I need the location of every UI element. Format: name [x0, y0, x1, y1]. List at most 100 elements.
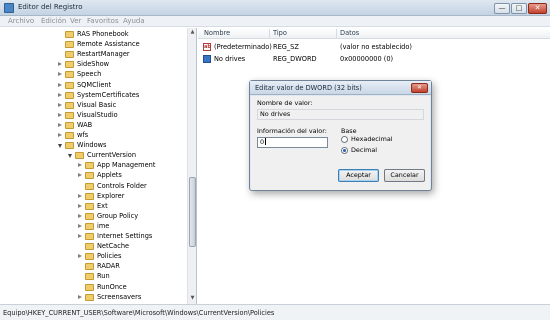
tree-item-label: Screensavers [97, 292, 142, 301]
expand-arrow-icon[interactable] [78, 294, 82, 299]
value-type: REG_DWORD [273, 55, 317, 63]
folder-icon [65, 121, 74, 129]
column-data[interactable]: Datos [340, 29, 359, 37]
expand-arrow-icon[interactable] [58, 112, 62, 117]
value-type: REG_SZ [273, 43, 299, 51]
menu-edicion[interactable]: Edición [41, 17, 66, 25]
hexadecimal-label[interactable]: Hexadecimal [351, 135, 393, 143]
tree-item-label: Windows [77, 141, 107, 150]
tree-item-label: Run [97, 272, 110, 281]
tree-item-label: NetCache [97, 242, 130, 251]
folder-icon [65, 101, 74, 109]
dialog-title: Editar valor de DWORD (32 bits) [255, 84, 362, 92]
dword-value-icon [203, 55, 211, 63]
menu-ayuda[interactable]: Ayuda [123, 17, 145, 25]
dialog-body: Nombre de valor: No drives Información d… [251, 96, 430, 190]
window-title: Editor del Registro [18, 3, 83, 11]
string-value-icon: ab [203, 43, 211, 51]
folder-icon [75, 152, 84, 160]
list-row[interactable]: No drives REG_DWORD 0x00000000 (0) [198, 54, 550, 64]
expand-arrow-icon[interactable] [58, 122, 62, 127]
tree-item-label: SQMClient [77, 80, 112, 89]
expand-arrow-icon[interactable] [58, 102, 62, 107]
cancel-button[interactable]: Cancelar [384, 169, 425, 182]
expand-arrow-icon[interactable] [58, 62, 62, 67]
dialog-close-button[interactable]: ✕ [411, 83, 428, 93]
tree-item-label: RADAR [97, 262, 120, 271]
folder-icon [85, 283, 94, 291]
menu-archivo[interactable]: Archivo [8, 17, 34, 25]
expand-arrow-icon[interactable] [58, 133, 62, 137]
value-name-field: No drives [257, 109, 424, 120]
folder-icon [85, 273, 94, 281]
tree-item-label: VisualStudio [77, 110, 118, 119]
tree-item-label: App Management [97, 161, 156, 170]
column-divider[interactable] [336, 29, 337, 38]
expand-arrow-icon [78, 285, 83, 290]
folder-icon [65, 111, 74, 119]
value-data: (valor no establecido) [340, 43, 412, 51]
expand-arrow-icon[interactable] [78, 203, 82, 208]
maximize-button[interactable]: □ [511, 3, 527, 14]
value-data: 0x00000000 (0) [340, 55, 394, 63]
close-button[interactable]: ✕ [528, 3, 547, 14]
expand-arrow-icon[interactable] [78, 223, 82, 228]
ok-button[interactable]: Aceptar [338, 169, 379, 182]
folder-icon [65, 51, 74, 59]
value-name: No drives [214, 55, 246, 63]
title-bar: Editor del Registro — □ ✕ [0, 0, 550, 16]
decimal-radio[interactable] [341, 147, 348, 154]
folder-icon [65, 71, 74, 79]
folder-icon [85, 243, 94, 251]
value-name: (Predeterminado) [214, 43, 272, 51]
folder-icon [85, 202, 94, 210]
tree-item-label: Applets [97, 171, 122, 180]
list-row[interactable]: ab (Predeterminado) REG_SZ (valor no est… [198, 42, 550, 52]
expanded-arrow-icon[interactable] [58, 144, 62, 149]
minimize-button[interactable]: — [494, 3, 510, 14]
registry-tree[interactable]: RAS Phonebook Remote Assistance RestartMan… [0, 28, 197, 304]
column-type[interactable]: Tipo [273, 29, 287, 37]
tree-scrollbar[interactable]: ▲ ▼ [187, 28, 196, 304]
tree-item-label: Policies [97, 252, 122, 261]
value-name-label: Nombre de valor: [257, 99, 313, 107]
expand-arrow-icon[interactable] [78, 193, 82, 198]
expand-arrow-icon [78, 274, 83, 279]
tree-item-label: Ext [97, 201, 108, 210]
expand-arrow-icon [78, 244, 83, 249]
menu-ver[interactable]: Ver [70, 17, 81, 25]
value-data-text: 0 [260, 138, 265, 146]
expand-arrow-icon [78, 184, 83, 189]
expanded-arrow-icon[interactable] [68, 154, 72, 159]
tree-item-label: Visual Basic [77, 100, 117, 109]
scroll-down-arrow-icon[interactable]: ▼ [189, 295, 196, 302]
registry-editor-icon [4, 3, 14, 13]
base-radio-group: Hexadecimal Decimal [341, 126, 424, 156]
decimal-label[interactable]: Decimal [351, 146, 377, 154]
folder-icon [85, 253, 94, 261]
scroll-thumb[interactable] [189, 177, 196, 247]
expand-arrow-icon[interactable] [58, 82, 62, 87]
expand-arrow-icon[interactable] [78, 173, 82, 178]
hexadecimal-radio[interactable] [341, 136, 348, 143]
expand-arrow-icon[interactable] [58, 92, 62, 97]
value-data-input[interactable]: 0 [257, 137, 328, 148]
folder-icon [65, 81, 74, 89]
menu-favoritos[interactable]: Favoritos [87, 17, 119, 25]
column-divider[interactable] [269, 29, 270, 38]
scroll-up-arrow-icon[interactable]: ▲ [189, 29, 196, 36]
expand-arrow-icon[interactable] [78, 234, 82, 238]
expand-arrow-icon[interactable] [78, 163, 82, 168]
expand-arrow-icon [58, 32, 63, 37]
tree-item-label: CurrentVersion [87, 151, 137, 160]
tree-item-label: wfs [77, 131, 89, 139]
expand-arrow-icon[interactable] [78, 254, 82, 259]
expand-arrow-icon[interactable] [78, 213, 82, 218]
expand-arrow-icon [78, 264, 83, 269]
tree-item-label: RunOnce [97, 282, 127, 291]
expand-arrow-icon[interactable] [58, 72, 62, 77]
folder-icon [65, 132, 74, 139]
expand-arrow-icon [58, 52, 63, 57]
column-name[interactable]: Nombre [204, 29, 230, 37]
folder-icon [85, 233, 94, 240]
